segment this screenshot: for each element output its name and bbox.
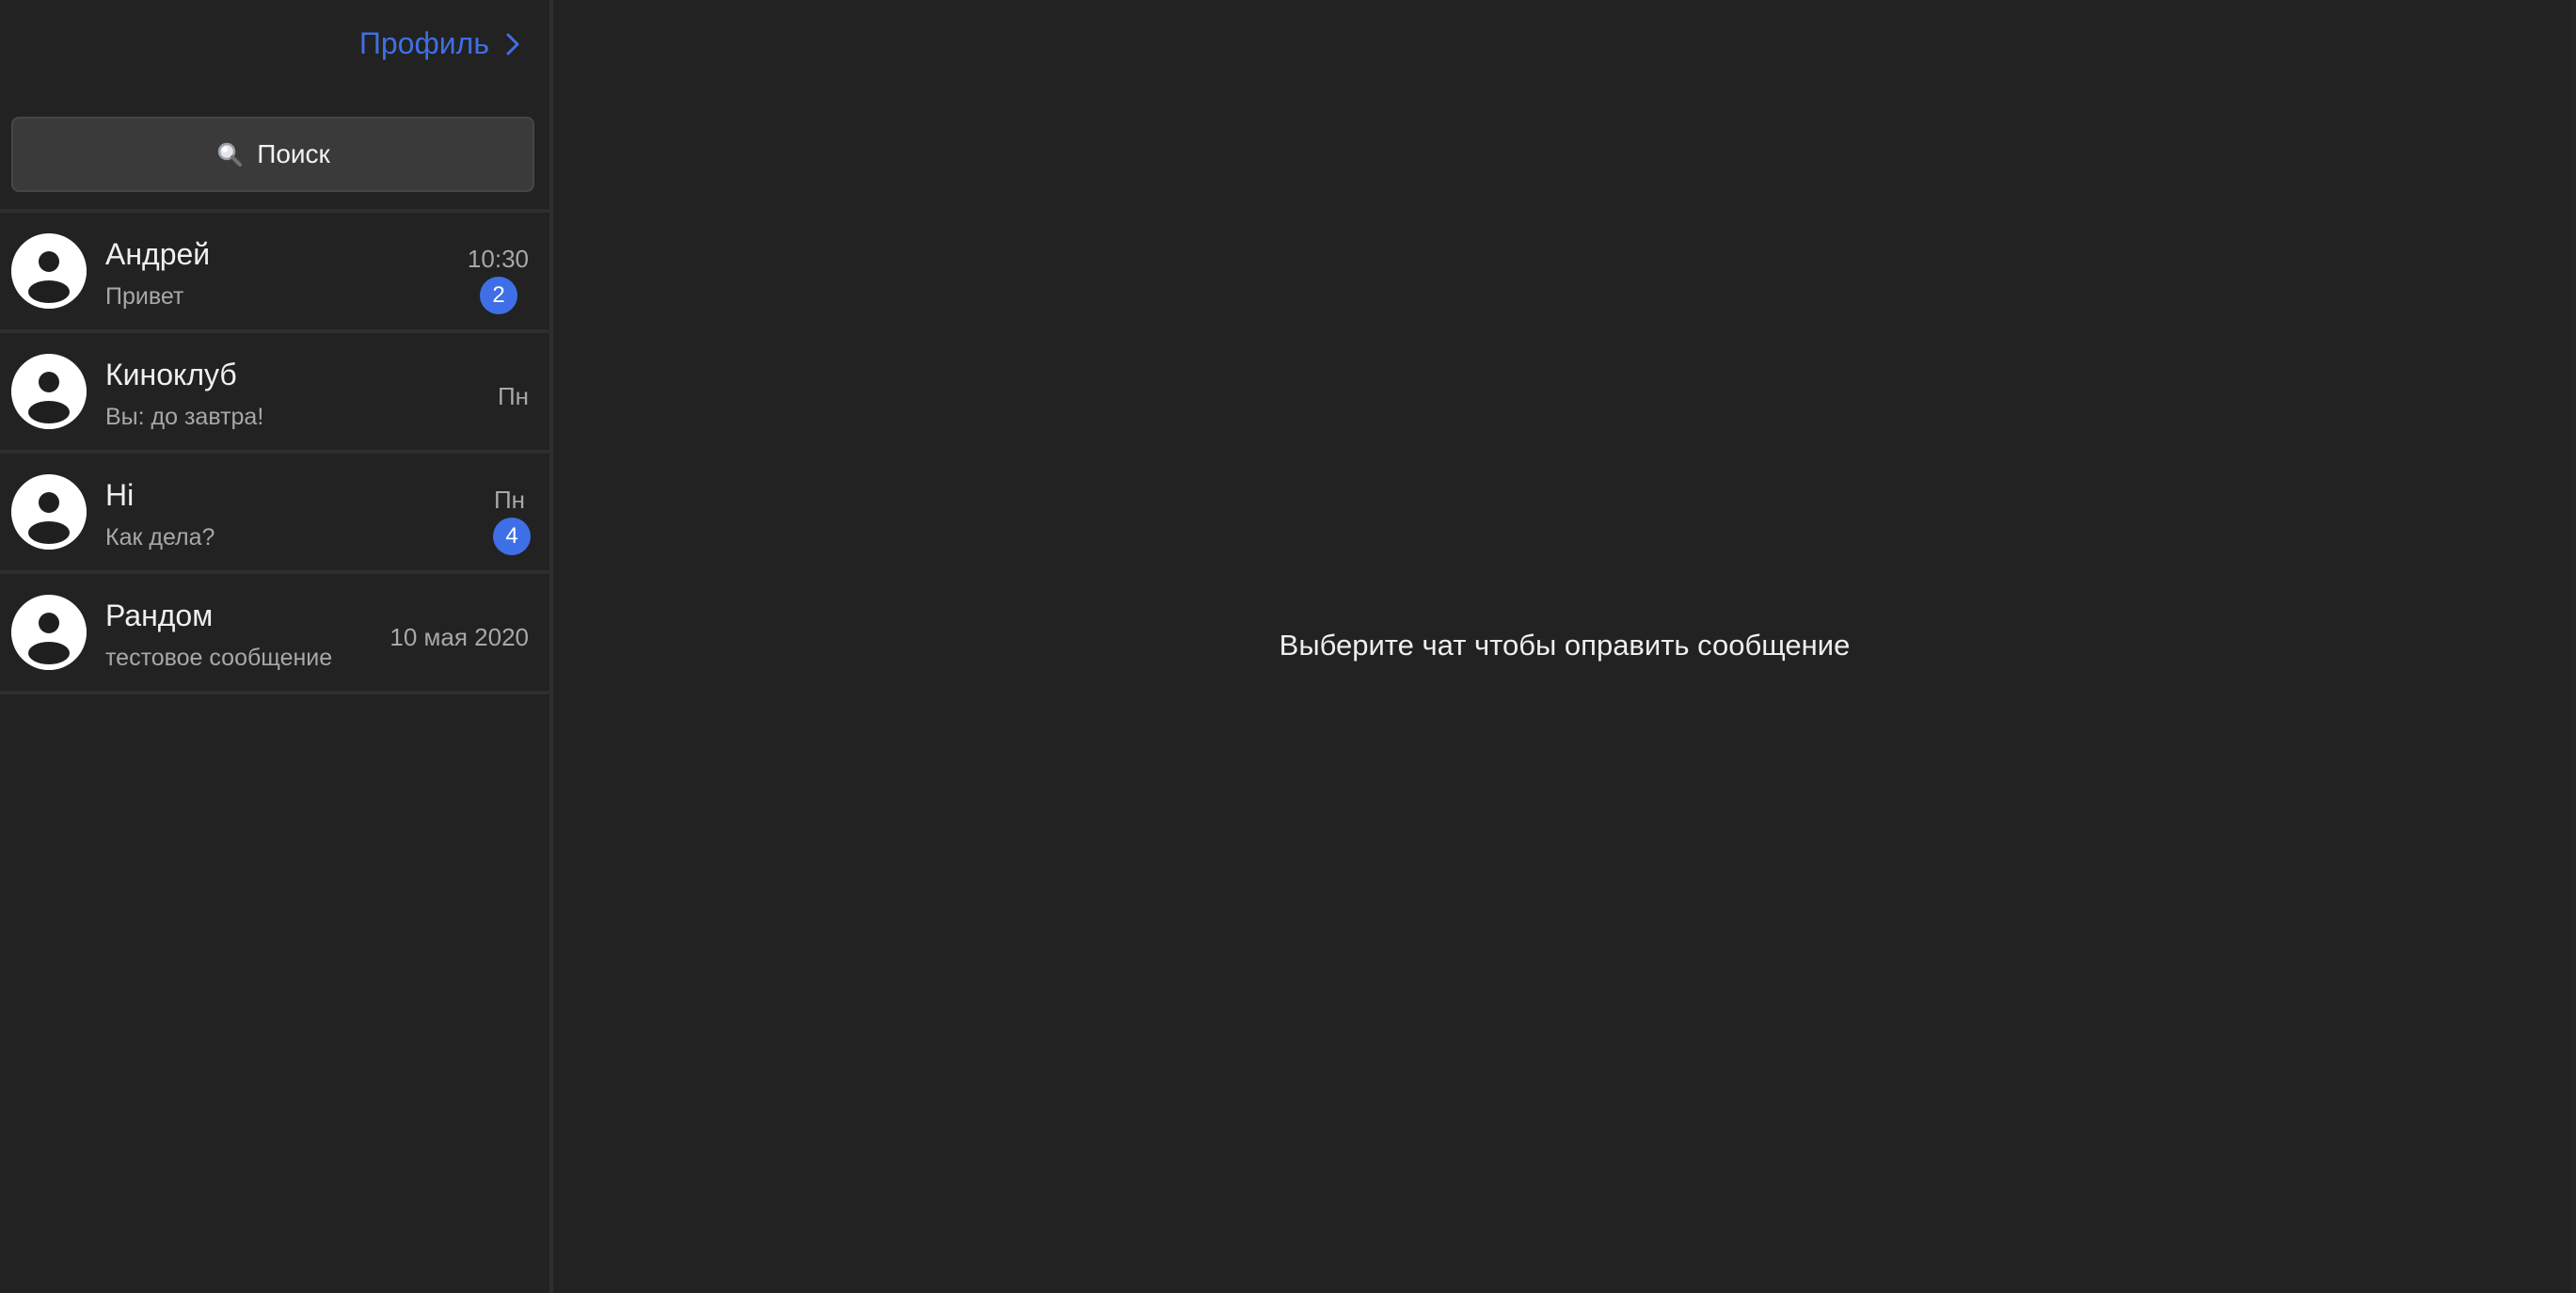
user-icon (11, 474, 87, 550)
chat-name: Рандом (105, 599, 214, 632)
avatar (11, 595, 87, 670)
chat-last-message: Как дела? (105, 524, 215, 551)
profile-link[interactable]: Профиль (359, 26, 527, 61)
chat-time: 10 мая 2020 (390, 623, 529, 651)
search-button[interactable]: Поиск (11, 117, 534, 192)
profile-link-label: Профиль (358, 26, 489, 60)
chat-name: Hi (105, 478, 135, 512)
chat-list-item[interactable]: Рандом тестовое сообщение 10 мая 2020 (0, 574, 549, 694)
empty-chat-hint: Выберите чат чтобы оправить сообщение (1279, 629, 1851, 662)
chat-list: Андрей Привет 10:30 2 Киноклуб Вы: до за… (0, 209, 549, 694)
avatar (11, 354, 87, 429)
chat-list-item[interactable]: Андрей Привет 10:30 2 (0, 213, 549, 333)
chat-list-item[interactable]: Киноклуб Вы: до завтра! Пн (0, 333, 549, 454)
chat-time: 10:30 (467, 245, 529, 273)
chevron-right-icon (499, 30, 527, 58)
avatar (11, 474, 87, 550)
chat-name: Киноклуб (105, 358, 237, 391)
chat-time: Пн (497, 382, 529, 410)
search-icon (215, 140, 244, 168)
user-icon (11, 595, 87, 670)
search-button-label: Поиск (257, 139, 330, 168)
chat-last-message: Привет (105, 283, 184, 310)
chat-time: Пн (493, 486, 525, 514)
unread-badge: 4 (493, 518, 531, 555)
chat-sidebar: Профиль Поиск Андрей Привет 10:30 2 Кино… (0, 0, 553, 1293)
chat-name: Андрей (105, 237, 211, 271)
user-icon (11, 233, 87, 309)
avatar (11, 233, 87, 309)
chat-main-area: Выберите чат чтобы оправить сообщение (553, 0, 2576, 1293)
chat-last-message: Вы: до завтра! (105, 404, 264, 430)
unread-badge: 2 (480, 277, 517, 314)
messenger-app: Профиль Поиск Андрей Привет 10:30 2 Кино… (0, 0, 2576, 1293)
chat-last-message: тестовое сообщение (105, 645, 333, 671)
user-icon (11, 354, 87, 429)
window-edge (2570, 0, 2576, 1293)
chat-list-item[interactable]: Hi Как дела? Пн 4 (0, 454, 549, 574)
